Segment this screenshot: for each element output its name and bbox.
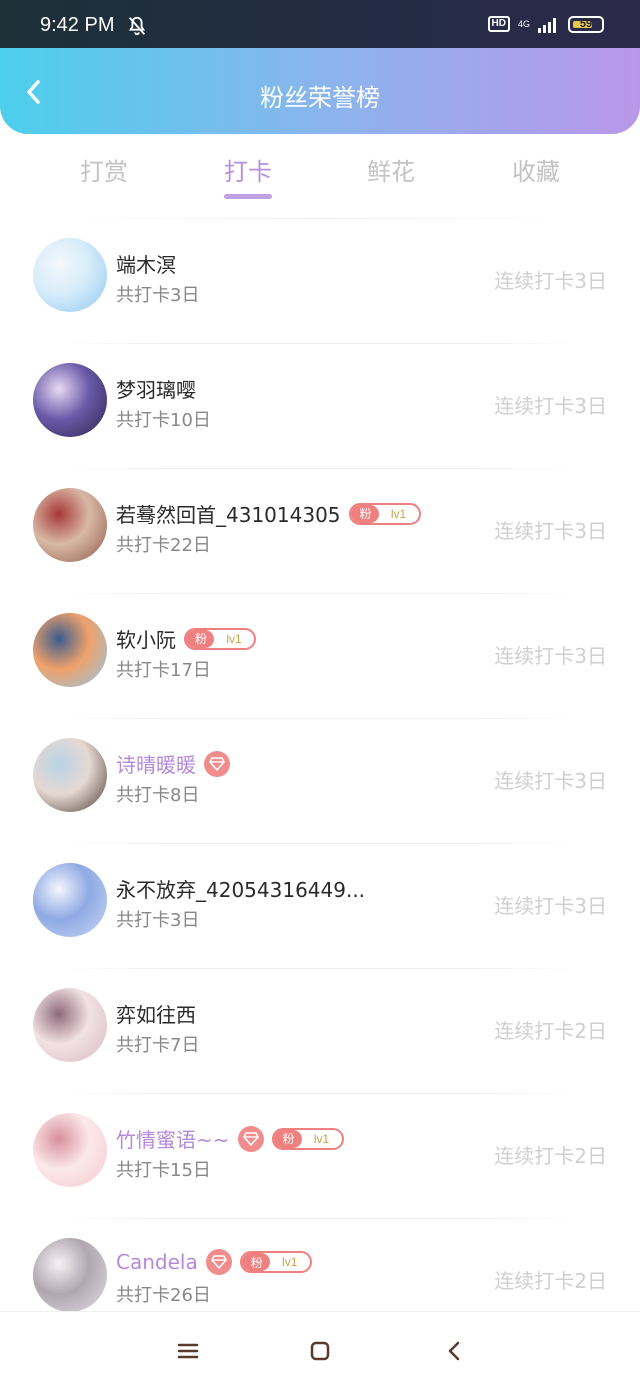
name-line: 软小阮粉 lv1 bbox=[116, 624, 256, 653]
user-name: 软小阮 bbox=[116, 628, 176, 652]
fan-badge-level: lv1 bbox=[282, 1255, 298, 1269]
avatar[interactable] bbox=[33, 363, 107, 437]
name-line: 若蓦然回首_431014305 粉 lv1 bbox=[116, 499, 421, 528]
user-name: 若蓦然回首_431014305 bbox=[116, 503, 341, 527]
total-checkin: 共打卡17日 bbox=[116, 660, 211, 681]
total-checkin: 共打卡10日 bbox=[116, 410, 211, 431]
user-name: 诗晴暖暖 bbox=[116, 753, 196, 777]
list-item[interactable]: 梦羽璃嘤共打卡10日 连续打卡3日 bbox=[0, 344, 640, 469]
fan-badge-label: 粉 bbox=[350, 504, 379, 523]
avatar[interactable] bbox=[33, 613, 107, 687]
name-line: 竹情蜜语~~ 粉 lv1 bbox=[116, 1124, 344, 1153]
user-name: 端木溟 bbox=[116, 253, 176, 277]
app-header: 粉丝荣誉榜 bbox=[0, 48, 640, 134]
list-item[interactable]: 若蓦然回首_431014305 粉 lv1 共打卡22日 连续打卡3日 bbox=[0, 469, 640, 594]
fan-badge-label: 粉 bbox=[273, 1129, 302, 1148]
user-name: 竹情蜜语~~ bbox=[116, 1128, 230, 1152]
battery-level: 59 bbox=[579, 17, 593, 30]
streak-count: 连续打卡3日 bbox=[494, 269, 607, 293]
fan-badge-level: lv1 bbox=[313, 1131, 330, 1146]
name-line: 永不放弃_42054316449... bbox=[116, 874, 365, 903]
streak-count: 连续打卡3日 bbox=[494, 894, 607, 918]
fan-level-badge: 粉 lv1 bbox=[348, 502, 421, 525]
streak-count: 连续打卡3日 bbox=[494, 769, 607, 793]
total-checkin: 共打卡7日 bbox=[116, 1035, 200, 1056]
network-label: 4G bbox=[517, 18, 530, 29]
tab-favorites[interactable]: 收藏 bbox=[476, 152, 596, 187]
name-line: Candela 粉 lv1 bbox=[116, 1249, 312, 1275]
tab-flowers[interactable]: 鲜花 bbox=[331, 152, 451, 187]
avatar[interactable] bbox=[33, 1238, 107, 1312]
total-checkin: 共打卡26日 bbox=[116, 1285, 211, 1306]
menu-icon[interactable] bbox=[175, 1338, 201, 1364]
list-item[interactable]: 竹情蜜语~~ 粉 lv1 共打卡15日 连续打卡2日 bbox=[0, 1094, 640, 1219]
list-item[interactable]: 端木溟共打卡3日 连续打卡3日 bbox=[0, 219, 640, 344]
avatar[interactable] bbox=[33, 988, 107, 1062]
fan-badge-label: 粉 bbox=[241, 1253, 270, 1271]
streak-count: 连续打卡3日 bbox=[494, 394, 607, 418]
diamond-icon bbox=[237, 1125, 264, 1152]
list-item[interactable]: 诗晴暖暖共打卡8日 连续打卡3日 bbox=[0, 719, 640, 844]
name-line: 弈如往西 bbox=[116, 999, 196, 1028]
fan-badge-level: lv1 bbox=[226, 631, 242, 646]
user-name: 梦羽璃嘤 bbox=[116, 378, 196, 402]
battery-icon: 59 bbox=[568, 15, 604, 33]
list-item[interactable]: 软小阮粉 lv1 共打卡17日 连续打卡3日 bbox=[0, 594, 640, 719]
total-checkin: 共打卡8日 bbox=[116, 785, 200, 806]
total-checkin: 共打卡22日 bbox=[116, 535, 211, 556]
tab-checkin[interactable]: 打卡 bbox=[188, 152, 308, 187]
tab-bar: 打赏 打卡 鲜花 收藏 bbox=[0, 134, 640, 219]
name-line: 诗晴暖暖 bbox=[116, 749, 230, 778]
diamond-icon bbox=[204, 750, 230, 777]
user-name: 永不放弃_42054316449... bbox=[116, 878, 366, 902]
fan-level-badge: 粉 lv1 bbox=[239, 1251, 312, 1273]
fan-level-badge: 粉 lv1 bbox=[184, 627, 256, 650]
tab-reward[interactable]: 打赏 bbox=[44, 152, 164, 187]
diamond-icon bbox=[205, 1249, 232, 1275]
bell-off-icon bbox=[128, 16, 146, 36]
fan-badge-label: 粉 bbox=[186, 629, 215, 648]
active-tab-indicator bbox=[224, 194, 272, 199]
avatar[interactable] bbox=[33, 863, 107, 937]
status-time: 9:42 PM bbox=[40, 14, 115, 36]
user-name: 弈如往西 bbox=[116, 1003, 196, 1027]
status-bar: 9:42 PM HD 4G 59 bbox=[0, 0, 640, 48]
user-name: Candela bbox=[116, 1250, 198, 1274]
hd-icon: HD bbox=[487, 16, 510, 32]
signal-icon bbox=[538, 18, 556, 33]
fan-list: 端木溟 共打卡3日 连续打卡3日 梦羽璃嘤 共打卡10日 连续打卡3日 若蓦然回首_4310… bbox=[0, 219, 640, 1344]
system-nav-bar bbox=[0, 1311, 640, 1387]
home-square-icon[interactable] bbox=[307, 1338, 333, 1364]
fan-level-badge: 粉 lv1 bbox=[271, 1127, 344, 1150]
streak-count: 连续打卡2日 bbox=[494, 1019, 607, 1043]
streak-count: 连续打卡2日 bbox=[494, 1269, 607, 1293]
name-line: 梦羽璃嘤 bbox=[116, 374, 196, 403]
list-item[interactable]: 永不放弃_42054316449... 共打卡3日 连续打卡3日 bbox=[0, 844, 640, 969]
fan-badge-level: lv1 bbox=[390, 506, 407, 521]
total-checkin: 共打卡15日 bbox=[116, 1160, 211, 1181]
name-line: 端木溟 bbox=[116, 249, 176, 278]
page-title: 粉丝荣誉榜 bbox=[260, 84, 380, 112]
avatar[interactable] bbox=[33, 488, 107, 562]
avatar[interactable] bbox=[33, 238, 107, 312]
back-arrow-icon[interactable] bbox=[442, 1338, 468, 1364]
total-checkin: 共打卡3日 bbox=[116, 285, 200, 306]
streak-count: 连续打卡2日 bbox=[494, 1144, 607, 1168]
streak-count: 连续打卡3日 bbox=[494, 644, 607, 668]
total-checkin: 共打卡3日 bbox=[116, 910, 200, 931]
streak-count: 连续打卡3日 bbox=[494, 519, 607, 543]
list-item[interactable]: 弈如往西共打卡7日 连续打卡2日 bbox=[0, 969, 640, 1094]
avatar[interactable] bbox=[33, 738, 107, 812]
avatar[interactable] bbox=[33, 1113, 107, 1187]
